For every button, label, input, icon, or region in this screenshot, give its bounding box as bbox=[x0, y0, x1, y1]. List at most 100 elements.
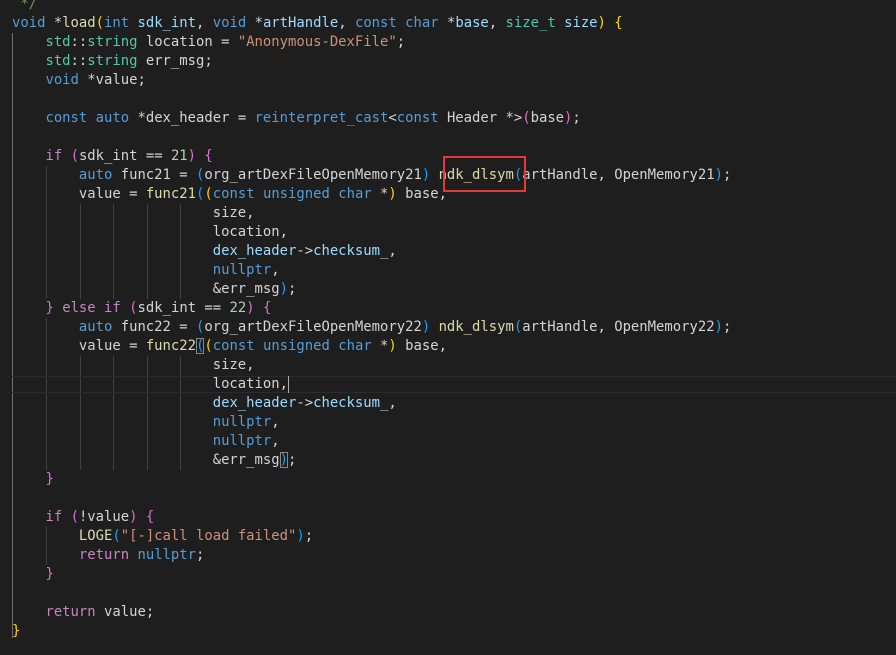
code-token: *value; bbox=[78, 72, 146, 88]
code-line[interactable]: std::string location = "Anonymous-DexFil… bbox=[12, 33, 731, 52]
code-line[interactable]: nullptr, bbox=[12, 413, 731, 432]
code-token: * bbox=[45, 15, 63, 31]
code-token: func22 bbox=[145, 338, 196, 354]
code-token: dex_header bbox=[212, 243, 297, 259]
code-line[interactable]: std::string err_msg; bbox=[12, 52, 731, 71]
code-token: ) bbox=[279, 452, 288, 468]
code-line[interactable]: return nullptr; bbox=[12, 546, 731, 565]
code-line[interactable]: size, bbox=[12, 204, 731, 223]
code-token: size_t bbox=[505, 15, 556, 31]
code-line[interactable]: value = func22((const unsigned char *) b… bbox=[12, 337, 731, 356]
code-token: char bbox=[405, 15, 439, 31]
code-token: ) bbox=[296, 528, 305, 544]
code-line[interactable]: location, bbox=[12, 375, 731, 394]
code-line[interactable]: &err_msg); bbox=[12, 280, 731, 299]
code-token: checksum_ bbox=[313, 395, 389, 411]
code-token: nullptr bbox=[137, 547, 197, 563]
code-token: * bbox=[371, 338, 389, 354]
code-token: artHandle bbox=[262, 15, 339, 31]
code-line[interactable]: auto func22 = (org_artDexFileOpenMemory2… bbox=[12, 318, 731, 337]
code-line[interactable] bbox=[12, 128, 731, 147]
code-line[interactable]: */ bbox=[12, 0, 731, 14]
code-token: { bbox=[145, 509, 155, 525]
code-token: ; bbox=[304, 528, 314, 544]
code-line[interactable]: nullptr, bbox=[12, 432, 731, 451]
code-line[interactable]: size, bbox=[12, 356, 731, 375]
code-token: nullptr bbox=[212, 414, 272, 430]
code-token: if bbox=[104, 300, 121, 316]
code-line[interactable]: LOGE("[-]call load failed"); bbox=[12, 527, 731, 546]
code-line[interactable]: location, bbox=[12, 223, 731, 242]
code-token: void bbox=[12, 15, 46, 31]
code-token: dex_header bbox=[212, 395, 297, 411]
code-token: size, bbox=[12, 205, 255, 221]
code-line[interactable] bbox=[12, 489, 731, 508]
code-token: int bbox=[104, 15, 130, 31]
code-line[interactable]: void *load(int sdk_int, void *artHandle,… bbox=[12, 14, 731, 33]
code-line[interactable] bbox=[12, 584, 731, 603]
code-token: if bbox=[45, 148, 63, 164]
code-line[interactable]: } bbox=[12, 565, 731, 584]
code-token: :: bbox=[70, 53, 88, 69]
code-token: void bbox=[212, 15, 247, 31]
code-line[interactable]: return value; bbox=[12, 603, 731, 622]
annotation-highlight-box: ndk_dlsym bbox=[443, 156, 526, 192]
code-editor[interactable]: */void *load(int sdk_int, void *artHandl… bbox=[0, 0, 896, 655]
code-token: unsigned bbox=[262, 186, 330, 202]
code-line[interactable]: &err_msg); bbox=[12, 451, 731, 470]
code-token: location, bbox=[12, 376, 288, 392]
code-line[interactable]: } else if (sdk_int == 22) { bbox=[12, 299, 731, 318]
code-line[interactable]: if (sdk_int == 21) { bbox=[12, 147, 731, 166]
code-line[interactable]: nullptr, bbox=[12, 261, 731, 280]
code-token: func21 bbox=[145, 186, 196, 202]
code-token: ( bbox=[95, 15, 105, 31]
code-line[interactable]: void *value; bbox=[12, 71, 731, 90]
code-token: checksum_ bbox=[313, 243, 389, 259]
code-line[interactable]: value = func21((const unsigned char *) b… bbox=[12, 185, 731, 204]
code-token: value = bbox=[12, 338, 146, 354]
code-lines[interactable]: */void *load(int sdk_int, void *artHandl… bbox=[12, 0, 731, 641]
code-token: :: bbox=[70, 34, 88, 50]
code-token: artHandle, OpenMemory22 bbox=[522, 319, 715, 335]
code-line[interactable]: } bbox=[12, 470, 731, 489]
code-token: Header *> bbox=[438, 110, 523, 126]
code-token: 21 bbox=[170, 148, 188, 164]
code-token: *dex_header = bbox=[129, 110, 255, 126]
code-token: , bbox=[271, 433, 280, 449]
code-token: ) bbox=[597, 15, 606, 31]
code-token: , bbox=[196, 15, 213, 31]
code-token: size, bbox=[12, 357, 255, 373]
code-token: base bbox=[455, 15, 489, 31]
code-token: char bbox=[338, 338, 372, 354]
code-line[interactable]: dex_header->checksum_, bbox=[12, 242, 731, 261]
code-line[interactable]: } bbox=[12, 622, 731, 641]
code-token: void bbox=[45, 72, 79, 88]
code-token: ; bbox=[722, 167, 732, 183]
code-line[interactable]: auto func21 = (org_artDexFileOpenMemory2… bbox=[12, 166, 731, 185]
code-token: , bbox=[388, 243, 397, 259]
code-token: base bbox=[530, 110, 565, 126]
code-line[interactable]: const auto *dex_header = reinterpret_cas… bbox=[12, 109, 731, 128]
code-token: , bbox=[388, 395, 397, 411]
code-token: "[-]call load failed" bbox=[120, 528, 297, 544]
code-token: ndk_dlsym bbox=[438, 319, 514, 335]
code-line[interactable]: if (!value) { bbox=[12, 508, 731, 527]
code-token: ) bbox=[388, 186, 397, 202]
code-token: &err_msg bbox=[12, 281, 280, 297]
code-token: org_artDexFileOpenMemory21 bbox=[204, 167, 422, 183]
code-line[interactable] bbox=[12, 90, 731, 109]
code-token: size bbox=[564, 15, 598, 31]
code-line[interactable]: dex_header->checksum_, bbox=[12, 394, 731, 413]
